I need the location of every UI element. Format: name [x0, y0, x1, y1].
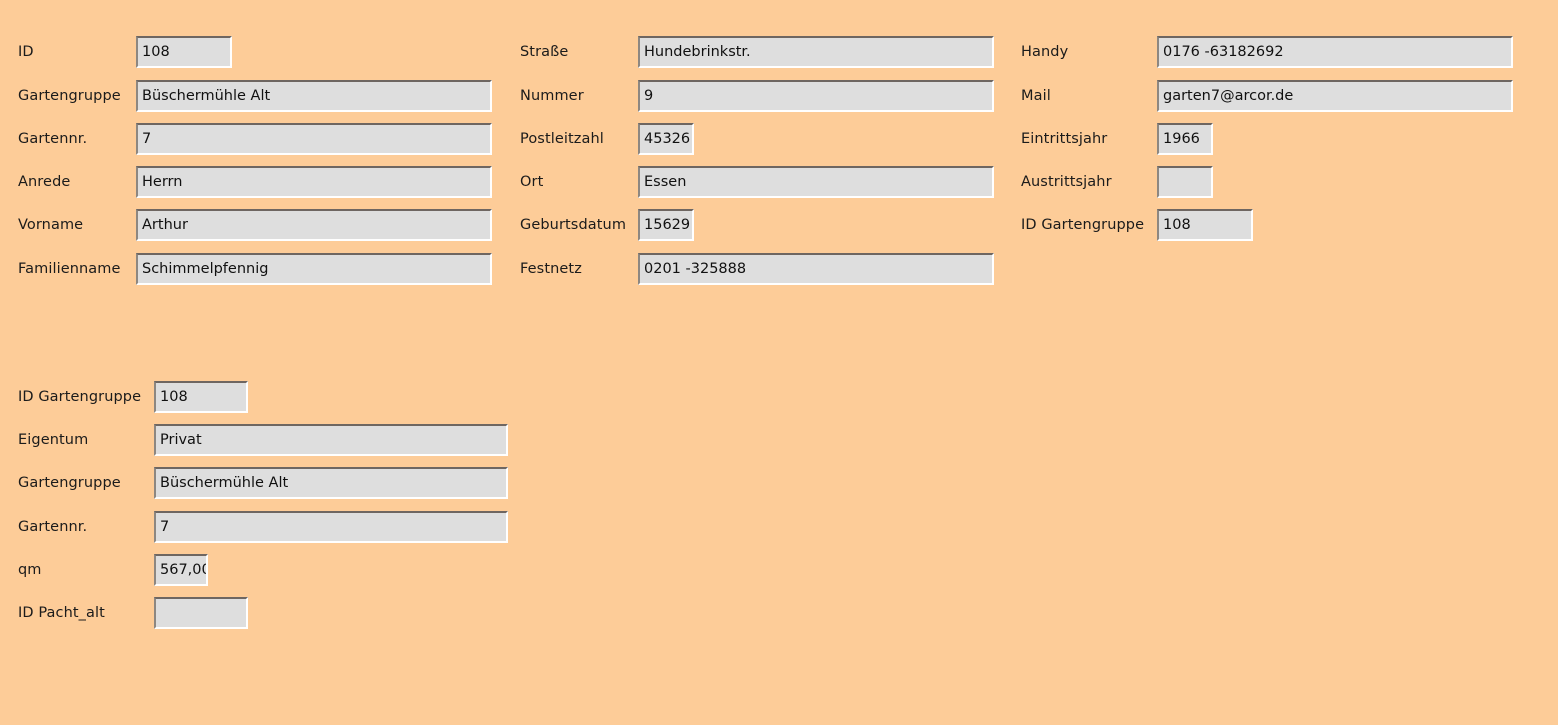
label-id-pacht-alt: ID Pacht_alt	[18, 605, 105, 621]
field-row-qm: qm 567,00	[18, 554, 208, 586]
label-nummer: Nummer	[520, 88, 584, 104]
input-id-gartengruppe[interactable]: 108	[1157, 209, 1253, 241]
label-ort: Ort	[520, 174, 544, 190]
label-qm: qm	[18, 562, 42, 578]
label-id-gartengruppe: ID Gartengruppe	[1021, 217, 1145, 233]
label-geburtsdatum: Geburtsdatum	[520, 217, 627, 233]
input-festnetz[interactable]: 0201 -325888	[638, 253, 994, 285]
input-gartengruppe[interactable]: Büschermühle Alt	[136, 80, 492, 112]
input-id[interactable]: 108	[136, 36, 232, 68]
label-festnetz: Festnetz	[520, 261, 582, 277]
input-mail[interactable]: garten7@arcor.de	[1157, 80, 1513, 112]
label-austrittsjahr: Austrittsjahr	[1021, 174, 1112, 190]
field-row-id-gartengruppe: ID Gartengruppe 108	[1021, 209, 1253, 241]
input-gartennr[interactable]: 7	[136, 123, 492, 155]
field-row-id-pacht-alt: ID Pacht_alt	[18, 597, 248, 629]
field-row-vorname: Vorname Arthur	[18, 209, 492, 241]
field-row-gartennr: Gartennr. 7	[18, 123, 492, 155]
field-row-eigentum: Eigentum Privat	[18, 424, 508, 456]
input-geburtsdatum[interactable]: 15629	[638, 209, 694, 241]
input-postleitzahl[interactable]: 45326	[638, 123, 694, 155]
label-postleitzahl: Postleitzahl	[520, 131, 604, 147]
label-gartengruppe: Gartengruppe	[18, 88, 121, 104]
field-row-id: ID 108	[18, 36, 232, 68]
label-id: ID	[18, 44, 34, 60]
input-vorname[interactable]: Arthur	[136, 209, 492, 241]
label-gartennr: Gartennr.	[18, 131, 88, 147]
field-row-festnetz: Festnetz 0201 -325888	[520, 253, 994, 285]
field-row-strasse: Straße Hundebrinkstr.	[520, 36, 994, 68]
field-row-gartengruppe: Gartengruppe Büschermühle Alt	[18, 80, 492, 112]
input-eigentum[interactable]: Privat	[154, 424, 508, 456]
field-row-anrede: Anrede Herrn	[18, 166, 492, 198]
input-nummer[interactable]: 9	[638, 80, 994, 112]
label-gartengruppe-lower: Gartengruppe	[18, 475, 121, 491]
input-ort[interactable]: Essen	[638, 166, 994, 198]
label-gartennr-lower: Gartennr.	[18, 519, 88, 535]
input-strasse[interactable]: Hundebrinkstr.	[638, 36, 994, 68]
field-row-mail: Mail garten7@arcor.de	[1021, 80, 1513, 112]
input-id-gartengruppe-lower[interactable]: 108	[154, 381, 248, 413]
field-row-geburtsdatum: Geburtsdatum 15629	[520, 209, 694, 241]
label-strasse: Straße	[520, 44, 569, 60]
field-row-gartennr-lower: Gartennr. 7	[18, 511, 508, 543]
field-row-handy: Handy 0176 -63182692	[1021, 36, 1513, 68]
label-familienname: Familienname	[18, 261, 121, 277]
field-row-nummer: Nummer 9	[520, 80, 994, 112]
label-eintrittsjahr: Eintrittsjahr	[1021, 131, 1108, 147]
label-handy: Handy	[1021, 44, 1069, 60]
input-qm[interactable]: 567,00	[154, 554, 208, 586]
form-surface: ID 108 Gartengruppe Büschermühle Alt Gartenn…	[0, 0, 1558, 725]
input-austrittsjahr[interactable]	[1157, 166, 1213, 198]
field-row-ort: Ort Essen	[520, 166, 994, 198]
label-eigentum: Eigentum	[18, 432, 89, 448]
input-id-pacht-alt[interactable]	[154, 597, 248, 629]
field-row-austrittsjahr: Austrittsjahr	[1021, 166, 1213, 198]
field-row-gartengruppe-lower: Gartengruppe Büschermühle Alt	[18, 467, 508, 499]
label-vorname: Vorname	[18, 217, 84, 233]
input-gartengruppe-lower[interactable]: Büschermühle Alt	[154, 467, 508, 499]
field-row-postleitzahl: Postleitzahl 45326	[520, 123, 694, 155]
label-anrede: Anrede	[18, 174, 71, 190]
input-handy[interactable]: 0176 -63182692	[1157, 36, 1513, 68]
field-row-eintrittsjahr: Eintrittsjahr 1966	[1021, 123, 1213, 155]
input-eintrittsjahr[interactable]: 1966	[1157, 123, 1213, 155]
field-row-id-gartengruppe-lower: ID Gartengruppe 108	[18, 381, 248, 413]
field-row-familienname: Familienname Schimmelpfennig	[18, 253, 492, 285]
input-anrede[interactable]: Herrn	[136, 166, 492, 198]
input-gartennr-lower[interactable]: 7	[154, 511, 508, 543]
label-id-gartengruppe-lower: ID Gartengruppe	[18, 389, 142, 405]
label-mail: Mail	[1021, 88, 1051, 104]
input-familienname[interactable]: Schimmelpfennig	[136, 253, 492, 285]
